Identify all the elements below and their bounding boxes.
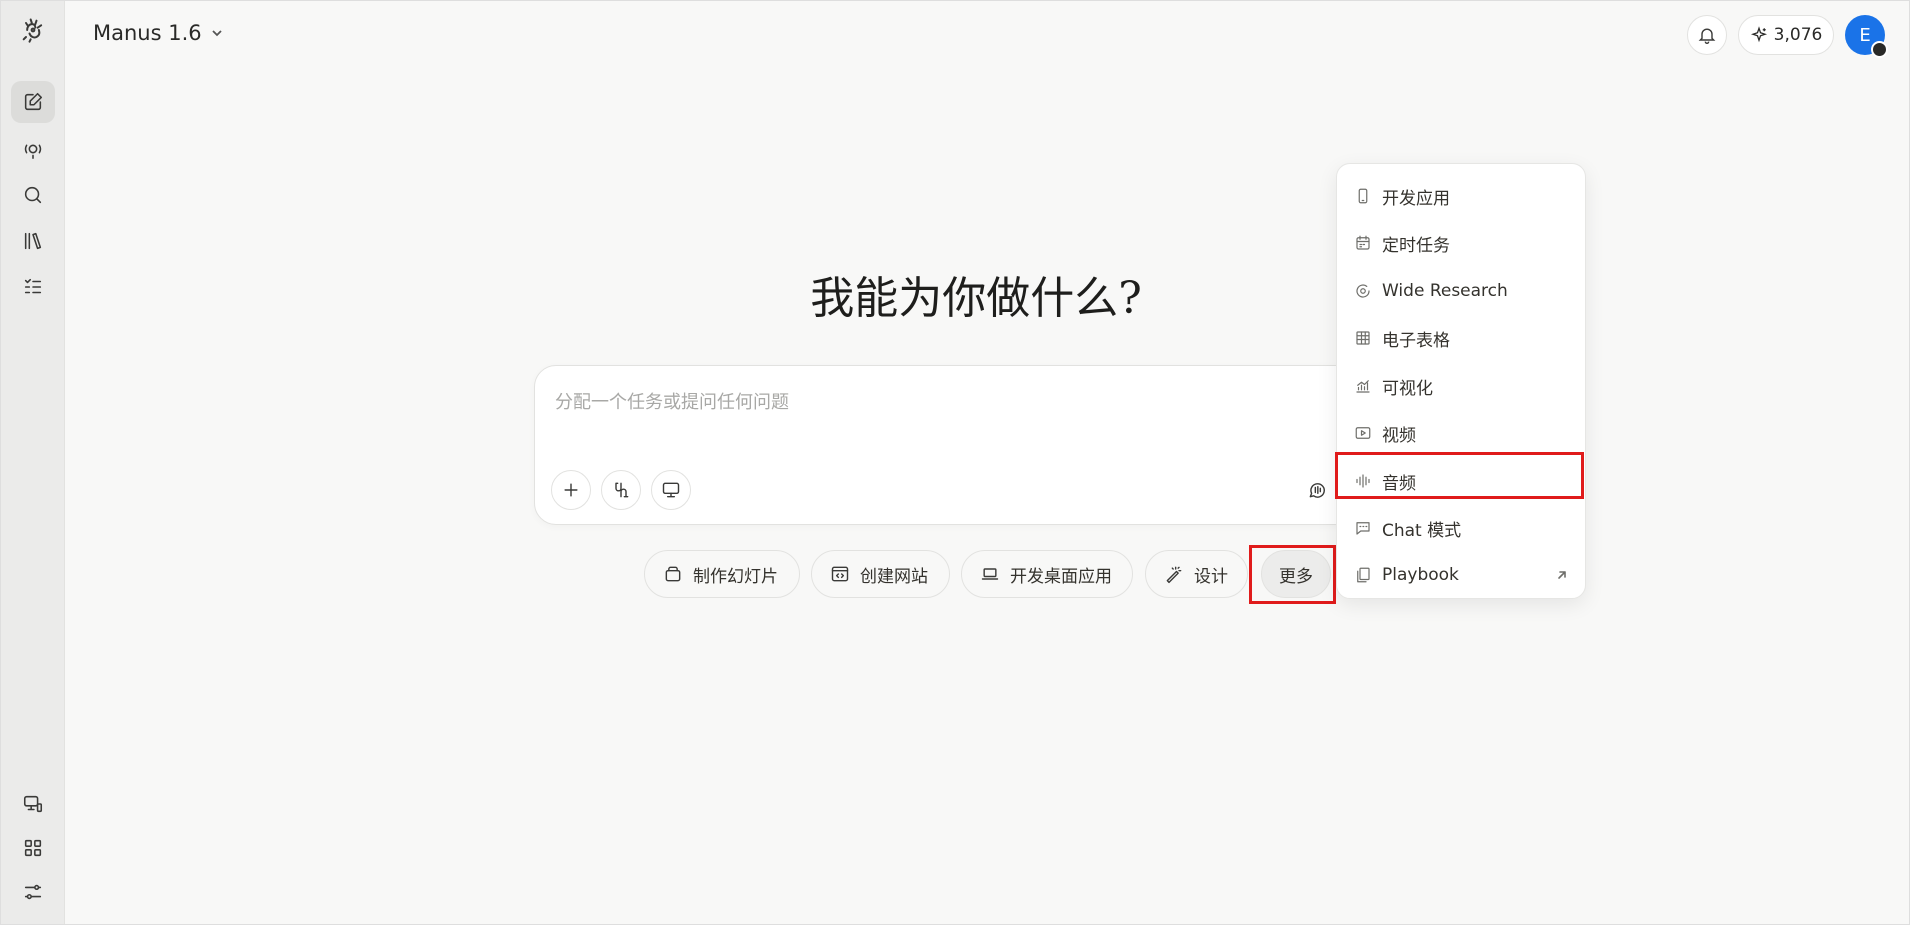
task-input-box[interactable]: 分配一个任务或提问任何问题: [534, 365, 1396, 525]
playbook-icon: [1357, 567, 1370, 583]
mobile-icon: [1358, 188, 1368, 204]
menu-item-label: 电子表格: [1382, 330, 1450, 351]
manus-logo-icon[interactable]: [11, 9, 55, 51]
highlight-box-audio: [1335, 452, 1584, 499]
video-icon: [1355, 427, 1371, 439]
code-window-icon: [831, 566, 849, 582]
chart-icon: [1356, 380, 1370, 393]
chip-website[interactable]: 创建网站: [811, 550, 950, 598]
search-icon[interactable]: [11, 174, 55, 216]
menu-item-scheduled[interactable]: 定时任务: [1337, 220, 1585, 266]
menu-item-wide-research[interactable]: Wide Research: [1337, 268, 1585, 314]
credits-button[interactable]: 3,076: [1738, 15, 1834, 55]
new-task-icon[interactable]: [11, 81, 55, 123]
page-title: 我能为你做什么?: [810, 273, 1142, 324]
add-button[interactable]: [551, 470, 591, 510]
chip-label: 创建网站: [860, 566, 928, 587]
avatar[interactable]: E: [1845, 15, 1888, 58]
more-menu: 开发应用 定时任务 Wide Research 电子表格 可视化 视频 音频 C…: [1336, 163, 1586, 599]
voice-button[interactable]: [1303, 476, 1331, 504]
menu-item-dev-app[interactable]: 开发应用: [1337, 173, 1585, 219]
menu-item-playbook[interactable]: Playbook: [1337, 552, 1585, 598]
chevron-down-icon: [211, 30, 222, 37]
menu-item-label: 定时任务: [1382, 235, 1450, 256]
highlight-box-more: [1249, 545, 1336, 604]
connectors-button[interactable]: [601, 470, 641, 510]
calendar-icon: [1356, 235, 1370, 250]
chip-design[interactable]: 设计: [1145, 550, 1248, 598]
status-dot: [1871, 41, 1888, 58]
chip-label: 开发桌面应用: [1010, 566, 1112, 587]
avatar-letter: E: [1859, 24, 1871, 46]
menu-item-label: 视频: [1382, 425, 1416, 446]
model-selector[interactable]: Manus 1.6: [93, 21, 224, 45]
external-link-icon: [1558, 571, 1566, 579]
chip-label: 设计: [1194, 566, 1228, 587]
connector-icon: [615, 482, 629, 498]
chip-label: 制作幻灯片: [693, 566, 778, 587]
menu-item-label: Chat 模式: [1382, 520, 1462, 541]
settings-sliders-icon[interactable]: [11, 871, 55, 913]
menu-item-label: 开发应用: [1382, 188, 1450, 209]
task-input[interactable]: 分配一个任务或提问任何问题: [555, 388, 789, 414]
chip-desktop-app[interactable]: 开发桌面应用: [961, 550, 1133, 598]
slides-icon: [665, 566, 681, 582]
sparkle-icon: [1750, 26, 1767, 43]
menu-item-label: Playbook: [1382, 565, 1459, 585]
computer-icon[interactable]: [11, 783, 55, 825]
magic-pen-icon: [1166, 566, 1182, 584]
tasks-list-icon[interactable]: [11, 266, 55, 308]
notifications-button[interactable]: [1687, 15, 1727, 55]
chat-icon: [1356, 522, 1370, 535]
orbit-icon: [1356, 284, 1370, 298]
chip-slides[interactable]: 制作幻灯片: [644, 550, 800, 598]
laptop-icon: [981, 568, 999, 580]
menu-item-spreadsheet[interactable]: 电子表格: [1337, 315, 1585, 361]
menu-item-visualization[interactable]: 可视化: [1337, 363, 1585, 409]
menu-item-label: Wide Research: [1382, 281, 1508, 301]
menu-item-label: 可视化: [1382, 378, 1433, 399]
bell-icon: [1698, 28, 1716, 44]
menu-item-chat-mode[interactable]: Chat 模式: [1337, 505, 1585, 551]
monitor-icon: [662, 482, 680, 498]
agents-icon[interactable]: [11, 128, 55, 170]
credits-count: 3,076: [1773, 25, 1823, 45]
table-icon: [1356, 331, 1370, 345]
voice-chat-icon: [1309, 483, 1325, 498]
model-name: Manus 1.6: [93, 21, 202, 45]
computer-button[interactable]: [651, 470, 691, 510]
library-icon[interactable]: [11, 220, 55, 262]
menu-item-video[interactable]: 视频: [1337, 410, 1585, 456]
plus-icon: [564, 483, 578, 497]
apps-grid-icon[interactable]: [11, 827, 55, 869]
sidebar: [1, 1, 65, 924]
